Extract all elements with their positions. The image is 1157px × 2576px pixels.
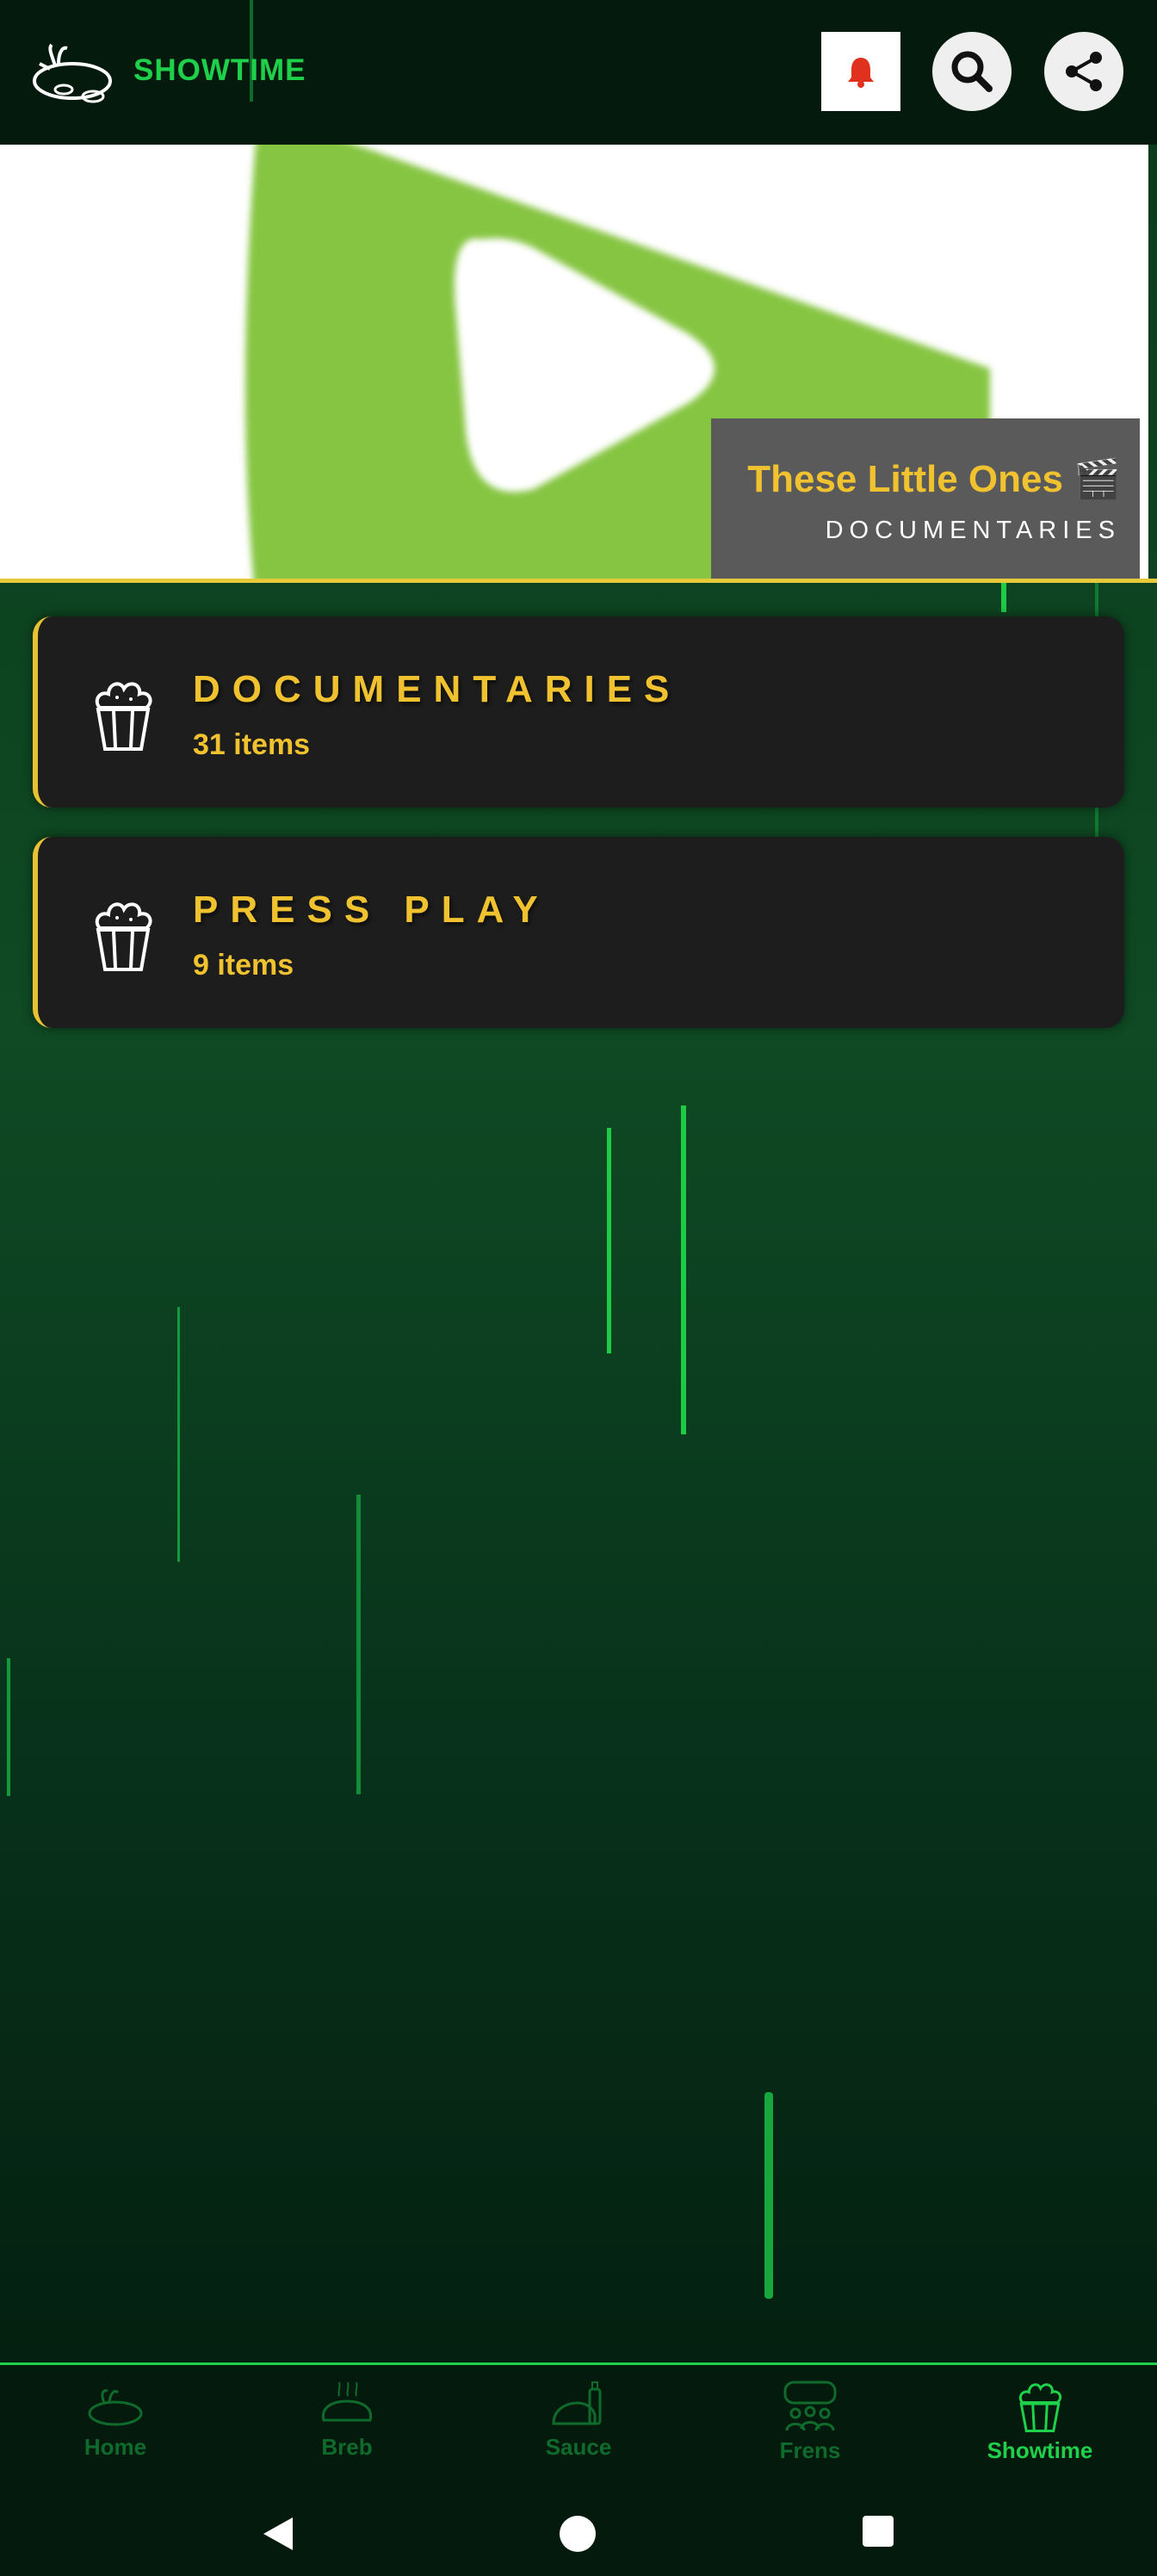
nav-item-showtime[interactable]: Showtime — [954, 2381, 1126, 2464]
back-icon[interactable] — [258, 2514, 296, 2554]
frens-icon — [783, 2381, 837, 2431]
home-circle-icon[interactable] — [558, 2514, 597, 2554]
share-icon — [1066, 52, 1102, 91]
bell-icon — [848, 58, 874, 88]
rain-streak — [356, 1495, 361, 1794]
rain-streak — [7, 1658, 10, 1796]
category-card-documentaries[interactable]: DOCUMENTARIES 31 items — [33, 616, 1124, 808]
category-count: 9 items — [193, 949, 294, 981]
app-title: SHOWTIME — [133, 53, 306, 87]
sauce-icon — [552, 2381, 602, 2425]
category-title: PRESS PLAY — [193, 889, 550, 931]
banner-title: These Little Ones 🎬 — [747, 458, 1121, 500]
app-header: SHOWTIME — [0, 0, 1157, 145]
nav-label: Showtime — [987, 2437, 1093, 2463]
notifications-button[interactable] — [821, 32, 900, 111]
nav-item-sauce[interactable]: Sauce — [492, 2381, 665, 2461]
popcorn-icon — [95, 902, 152, 971]
rain-streak — [764, 2092, 773, 2299]
nav-item-home[interactable]: Home — [29, 2381, 201, 2461]
home-icon — [88, 2389, 143, 2426]
search-button[interactable] — [932, 32, 1012, 111]
nav-item-frens[interactable]: Frens — [724, 2381, 896, 2464]
rain-streak — [607, 1128, 611, 1353]
bread-icon — [321, 2381, 373, 2422]
category-count: 31 items — [193, 728, 311, 761]
banner-caption: These Little Ones 🎬 DOCUMENTARIES — [711, 418, 1140, 579]
popcorn-icon — [95, 682, 152, 751]
recents-icon[interactable] — [861, 2514, 895, 2548]
nav-label: Sauce — [545, 2434, 612, 2460]
category-title: DOCUMENTARIES — [193, 668, 682, 710]
bottom-navigation: Home Breb Sauce Frens Showtime — [0, 2362, 1157, 2492]
nav-label: Frens — [779, 2437, 841, 2463]
nav-label: Home — [84, 2434, 147, 2460]
rain-streak — [681, 1105, 686, 1434]
rain-streak — [177, 1307, 180, 1562]
rat-logo-icon[interactable] — [29, 40, 115, 107]
banner-category: DOCUMENTARIES — [825, 517, 1121, 544]
featured-banner[interactable]: These Little Ones 🎬 DOCUMENTARIES — [0, 145, 1148, 579]
share-button[interactable] — [1044, 32, 1123, 111]
rain-streak — [1001, 583, 1006, 612]
banner-divider — [0, 579, 1157, 583]
nav-item-breb[interactable]: Breb — [261, 2381, 433, 2461]
nav-label: Breb — [321, 2434, 373, 2460]
popcorn-icon — [1018, 2383, 1062, 2432]
system-navigation-bar — [0, 2492, 1157, 2576]
search-icon — [951, 51, 993, 92]
category-card-press-play[interactable]: PRESS PLAY 9 items — [33, 837, 1124, 1028]
